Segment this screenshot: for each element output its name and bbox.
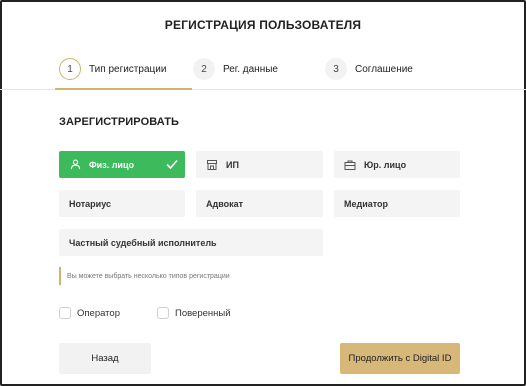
checkbox-operator[interactable]: Оператор xyxy=(59,307,120,319)
option-private-bailiff[interactable]: Частный судебный исполнитель xyxy=(59,229,323,256)
step-number: 3 xyxy=(325,58,347,80)
option-label: Частный судебный исполнитель xyxy=(69,237,217,248)
option-label: Юр. лицо xyxy=(364,159,407,170)
option-label: Адвокат xyxy=(206,198,244,209)
page-title: РЕГИСТРАЦИЯ ПОЛЬЗОВАТЕЛЯ xyxy=(164,18,362,32)
step-label: Рег. данные xyxy=(223,63,278,75)
option-ip[interactable]: ИП xyxy=(196,151,323,178)
option-label: Медиатор xyxy=(344,198,389,209)
active-step-underline xyxy=(55,88,192,90)
continue-digital-id-button[interactable]: Продолжить с Digital ID xyxy=(340,343,460,374)
checkbox-label: Оператор xyxy=(77,307,120,319)
option-label: ИП xyxy=(226,159,239,170)
shop-icon xyxy=(206,159,218,171)
option-notary[interactable]: Нотариус xyxy=(59,190,185,217)
option-lawyer[interactable]: Адвокат xyxy=(196,190,323,217)
user-icon xyxy=(69,159,81,171)
checkbox-attorney[interactable]: Поверенный xyxy=(157,307,231,319)
hint-text: Вы можете выбрать несколько типов регист… xyxy=(59,267,230,285)
back-button[interactable]: Назад xyxy=(59,343,151,374)
option-label: Нотариус xyxy=(69,198,112,209)
checkbox-box[interactable] xyxy=(157,307,169,319)
checkbox-label: Поверенный xyxy=(175,307,231,319)
checkmark-icon xyxy=(165,157,179,171)
option-label: Физ. лицо xyxy=(89,159,134,170)
option-legal-entity[interactable]: Юр. лицо xyxy=(334,151,460,178)
section-title: ЗАРЕГИСТРИРОВАТЬ xyxy=(59,116,180,128)
step-agreement[interactable]: 3 Соглашение xyxy=(325,58,413,80)
step-label: Тип регистрации xyxy=(89,63,167,75)
option-mediator[interactable]: Медиатор xyxy=(334,190,460,217)
briefcase-icon xyxy=(344,159,356,171)
checkbox-box[interactable] xyxy=(59,307,71,319)
step-number: 2 xyxy=(193,58,215,80)
step-registration-type[interactable]: 1 Тип регистрации xyxy=(59,58,166,80)
step-number: 1 xyxy=(59,58,81,80)
option-individual[interactable]: Физ. лицо xyxy=(59,151,185,178)
step-label: Соглашение xyxy=(355,63,413,75)
step-registration-data[interactable]: 2 Рег. данные xyxy=(193,58,278,80)
